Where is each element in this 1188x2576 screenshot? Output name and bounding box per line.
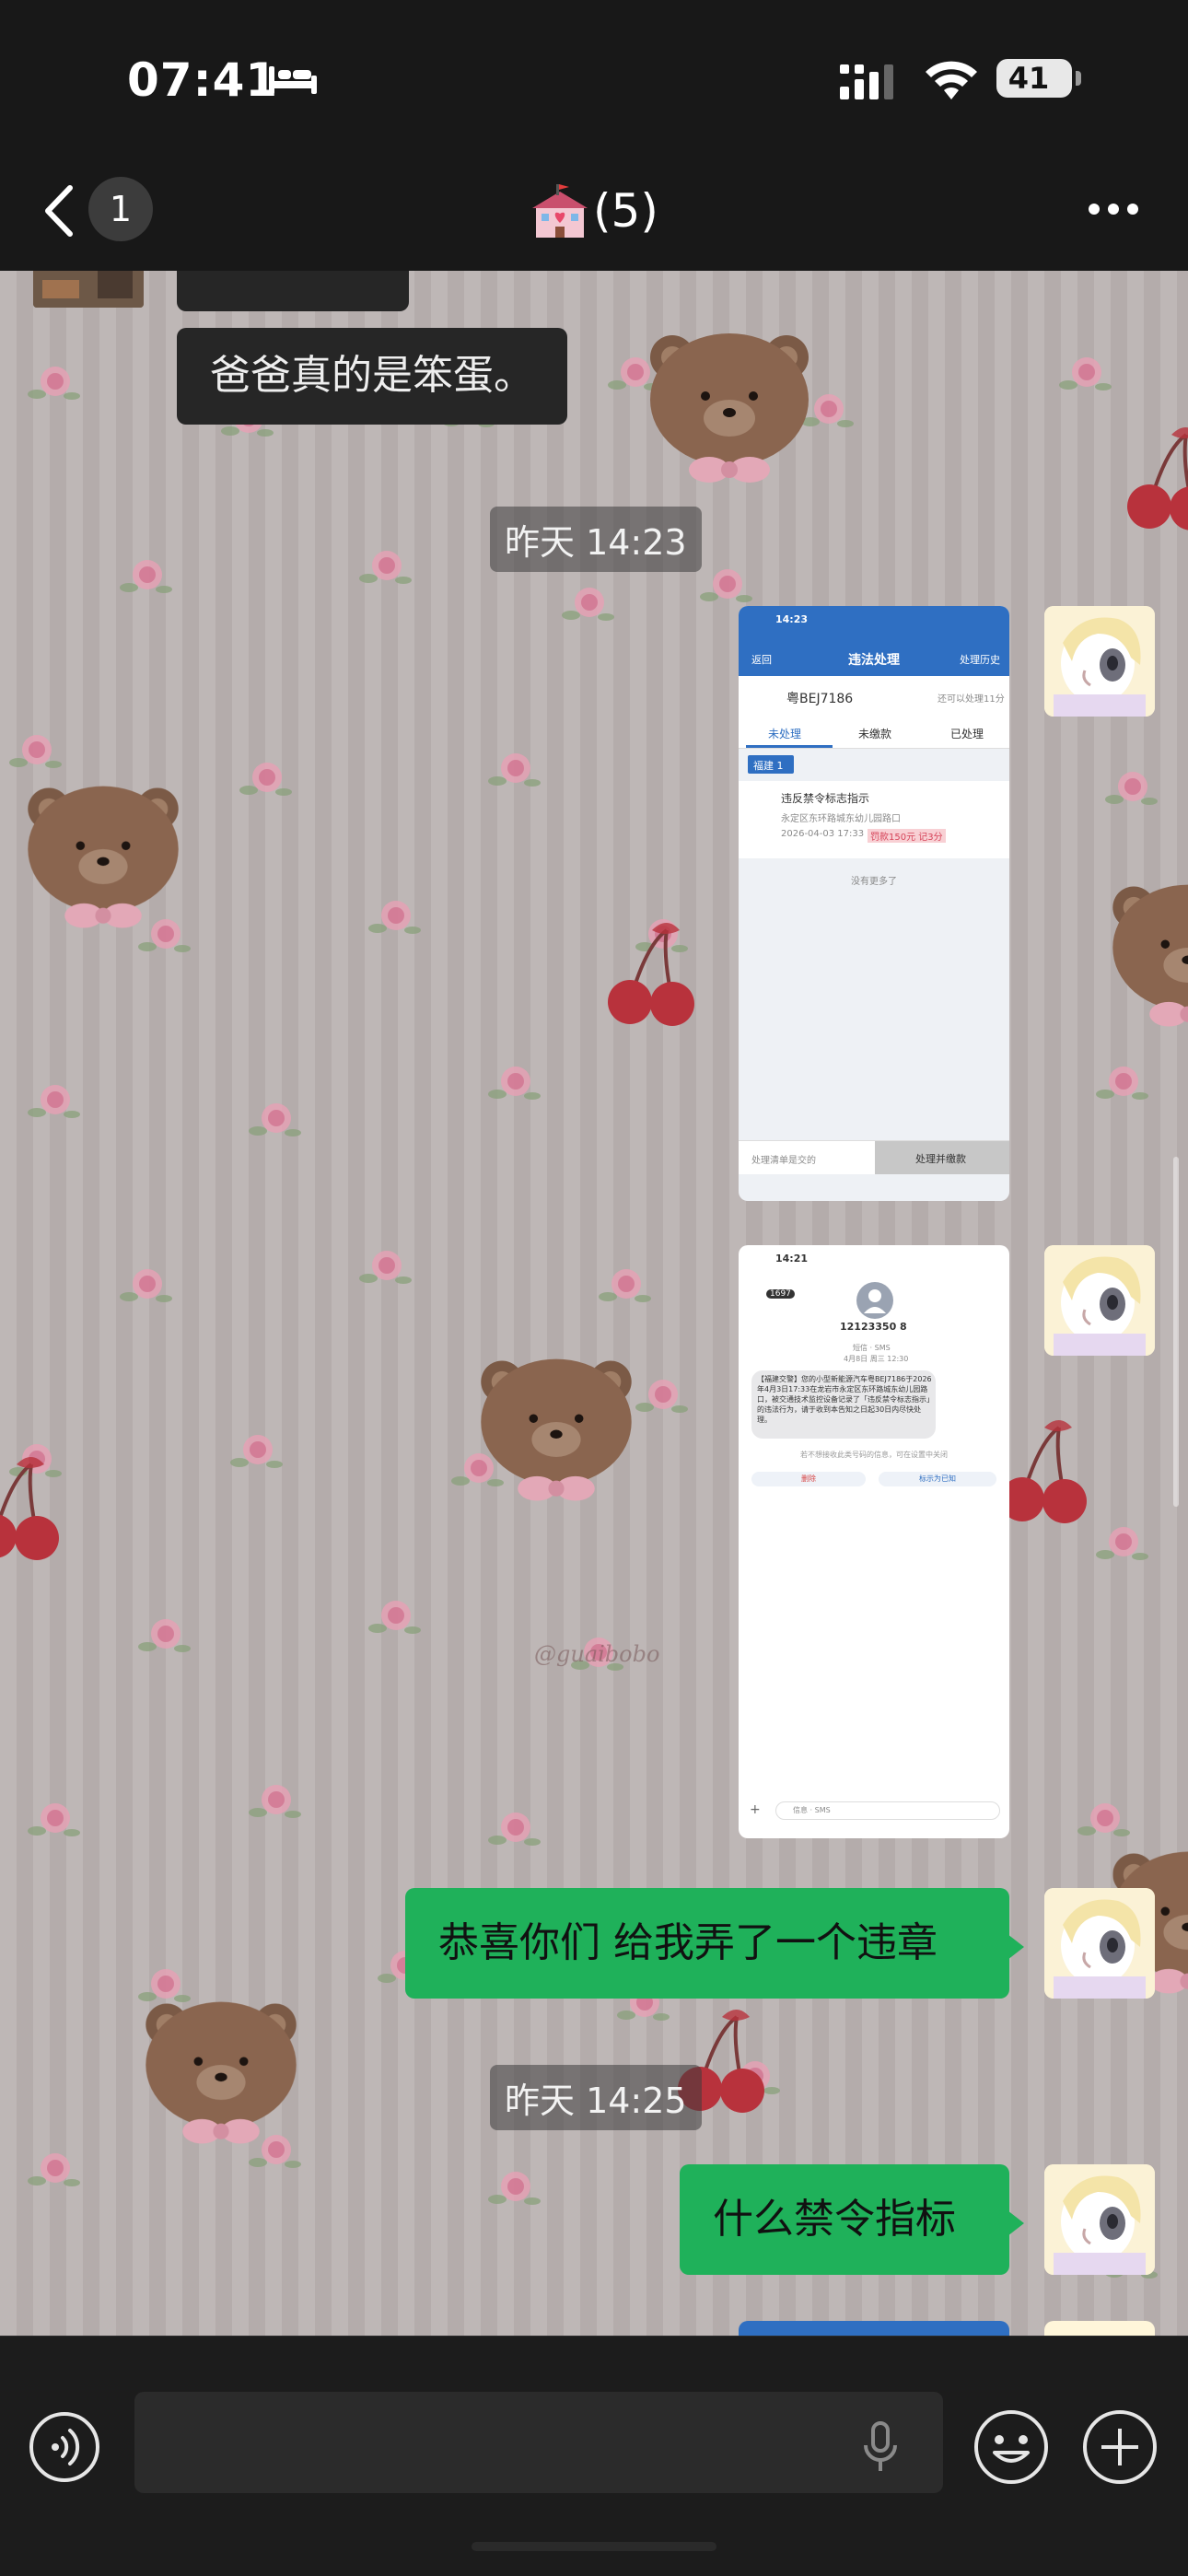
my-avatar[interactable]	[1044, 1888, 1155, 1999]
chat-title[interactable]: (5)	[497, 175, 718, 249]
shot-bottom-bar: 处理清单是交的 处理并缴款	[739, 1140, 1009, 1174]
image-message-violation-app[interactable]: 14:23 返回 处理历史 违法处理 粤BEJ7186 还可以处理11分 未处理…	[739, 606, 1009, 1201]
shot-bottom-left: 处理清单是交的	[751, 1156, 816, 1166]
shot2-input: 信息 · SMS	[775, 1801, 1000, 1820]
shot2-sub1: 短信 · SMS	[853, 1344, 891, 1352]
shot-tip: 还可以处理11分	[938, 694, 1005, 705]
timestamp: 昨天 14:25	[490, 2065, 702, 2130]
shot-tab: 已处理	[950, 728, 984, 740]
timestamp: 昨天 14:23	[490, 507, 702, 572]
battery-cap	[1076, 71, 1081, 86]
chat-title-text: (5)	[593, 184, 658, 238]
shot2-time: 14:21	[775, 1253, 809, 1265]
shot2-note: 若不想接收此类号码的信息，可在设置中关闭	[800, 1451, 948, 1459]
wallpaper-watermark: @guaibobo	[534, 1641, 660, 1667]
image-message-partial[interactable]	[739, 2321, 1009, 2336]
plus-icon[interactable]	[1081, 2408, 1159, 2486]
shot2-plus-icon: +	[750, 1802, 761, 1817]
shot-pay-button: 处理并缴款	[875, 1141, 1009, 1174]
status-bar: 07:41 41	[0, 0, 1188, 157]
bubble-tail	[1007, 1934, 1024, 1960]
shot-tab: 未缴款	[858, 728, 892, 740]
input-bar	[0, 2336, 1188, 2576]
incoming-message-partial[interactable]	[177, 271, 409, 311]
shot-violation-place: 永定区东环路城东幼儿园路口	[781, 814, 901, 824]
shot-tab-underline	[746, 745, 833, 748]
outgoing-message[interactable]: 什么禁令指标	[680, 2164, 1024, 2275]
sms-text: 【福建交警】您的小型新能源汽车粤BEJ7186于2026年4月3日17:33在龙…	[757, 1375, 932, 1424]
image-message-sms[interactable]: 14:21 1697 12123350 8 短信 · SMS 4月8日 周三 1…	[739, 1245, 1009, 1838]
home-indicator[interactable]	[472, 2542, 716, 2551]
emoji-icon[interactable]	[973, 2408, 1050, 2486]
shot2-badge: 1697	[766, 1289, 795, 1299]
shot-violation-badge: 罚款150元 记3分	[868, 829, 946, 843]
contact-avatar-icon	[856, 1282, 893, 1319]
shot2-input-placeholder: 信息 · SMS	[793, 1806, 831, 1814]
shot-tag: 福建 1	[748, 755, 794, 774]
wallpaper	[0, 333, 1188, 2279]
chat-area[interactable]: 爸爸真的是笨蛋。 昨天 14:23 14:23 返回 处理历史 违法处理 粤BE…	[0, 271, 1188, 2336]
shot-pay-text: 处理并缴款	[915, 1153, 966, 1165]
shot-violation-card: 违反禁令标志指示 永定区东环路城东幼儿园路口 2026-04-03 17:33 …	[739, 781, 1009, 858]
my-avatar[interactable]	[1044, 1245, 1155, 1356]
battery-icon: 41	[996, 59, 1072, 98]
voice-input-icon[interactable]	[28, 2410, 101, 2484]
sender-avatar-partial[interactable]	[33, 271, 144, 308]
shot-violation-title: 违反禁令标志指示	[781, 792, 870, 805]
chat-header: 1 (5)	[0, 157, 1188, 272]
shot-plate: 粤BEJ7186	[786, 692, 854, 706]
message-input[interactable]	[134, 2392, 943, 2493]
more-icon[interactable]	[1087, 199, 1140, 219]
shot-title: 违法处理	[848, 653, 900, 668]
my-avatar-partial[interactable]	[1044, 2321, 1155, 2336]
scrollbar[interactable]	[1173, 1157, 1179, 1507]
bed-icon	[269, 66, 317, 94]
bubble-tail	[1007, 2210, 1024, 2236]
shot-tabs: 未处理 未缴款 已处理	[739, 717, 1009, 749]
incoming-message[interactable]: 爸爸真的是笨蛋。	[177, 328, 567, 425]
outgoing-message-text: 什么禁令指标	[713, 2196, 956, 2243]
sms-bubble: 【福建交警】您的小型新能源汽车粤BEJ7186于2026年4月3日17:33在龙…	[751, 1370, 936, 1439]
shot-plate-row: 粤BEJ7186 还可以处理11分	[739, 676, 1009, 717]
outgoing-message-text: 恭喜你们 给我弄了一个违章	[438, 1919, 938, 1966]
status-time: 07:41	[127, 53, 279, 107]
shot2-delete: 删除	[751, 1472, 866, 1486]
shot-time: 14:23	[775, 613, 809, 625]
unread-count-badge[interactable]: 1	[88, 177, 153, 241]
shot-tag-text: 福建 1	[753, 760, 784, 772]
school-icon	[532, 184, 588, 238]
my-avatar[interactable]	[1044, 2164, 1155, 2275]
shot-no-more: 没有更多了	[851, 877, 897, 887]
shot-tab: 未处理	[768, 728, 802, 740]
wifi-icon	[926, 61, 977, 99]
battery-level: 41	[1007, 61, 1050, 96]
microphone-icon[interactable]	[862, 2421, 899, 2473]
signal-icon	[840, 64, 893, 99]
outgoing-message[interactable]: 恭喜你们 给我弄了一个违章	[405, 1888, 1024, 1999]
shot-violation-date: 2026-04-03 17:33	[781, 829, 865, 839]
shot2-mark-read: 标示为已知	[879, 1472, 996, 1486]
shot2-sub2: 4月8日 周三 12:30	[844, 1355, 909, 1363]
my-avatar[interactable]	[1044, 606, 1155, 717]
shot2-number: 12123350 8	[840, 1321, 907, 1333]
back-chevron-icon[interactable]	[41, 182, 77, 239]
